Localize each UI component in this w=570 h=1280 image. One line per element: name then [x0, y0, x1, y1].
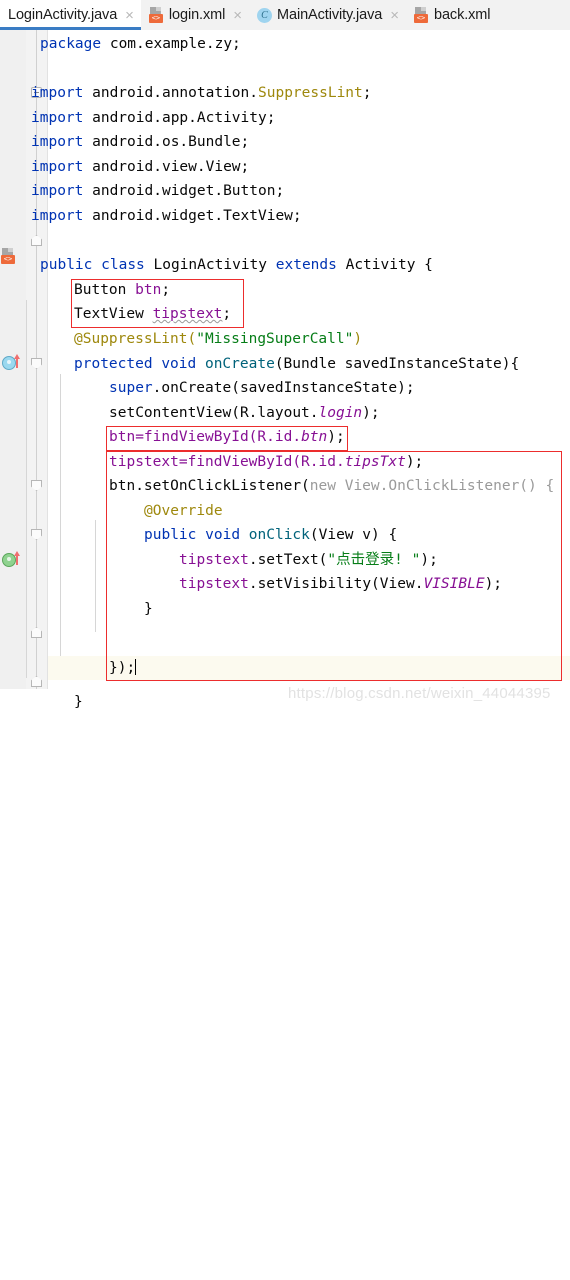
code-line-17: btn=findViewById(R.id.btn); — [109, 429, 345, 445]
code-line-4: import android.app.Activity; — [31, 110, 276, 126]
indent-guide — [26, 300, 27, 678]
gutter-xml-file-icon[interactable]: <> — [1, 248, 16, 264]
tab-label: MainActivity.java — [277, 7, 383, 23]
code-line-8: import android.widget.TextView; — [31, 208, 302, 224]
code-line-7: import android.widget.Button; — [31, 183, 285, 199]
tab-mainactivity-java[interactable]: C MainActivity.java × — [249, 0, 406, 30]
code-line-1: package com.example.zy; — [40, 36, 241, 52]
java-class-icon: C — [257, 7, 273, 23]
code-line-5: import android.os.Bundle; — [31, 134, 250, 150]
xml-file-icon-label: <> — [413, 14, 428, 23]
code-line-16: setContentView(R.layout.login); — [109, 405, 380, 421]
code-line-12: TextView tipstext; — [74, 306, 232, 322]
tab-label: LoginActivity.java — [8, 7, 118, 23]
code-line-23: tipstext.setVisibility(View.VISIBLE); — [179, 576, 503, 592]
xml-file-icon-label: <> — [148, 14, 163, 23]
code-line-14: protected void onCreate(Bundle savedInst… — [74, 356, 520, 372]
code-line-27: } — [74, 694, 83, 710]
text-caret — [135, 659, 137, 675]
xml-file-icon: <> — [148, 7, 164, 23]
tab-login-xml[interactable]: <> login.xml × — [141, 0, 249, 30]
watermark-text: https://blog.csdn.net/weixin_44044395 — [288, 685, 551, 702]
code-line-13: @SuppressLint("MissingSuperCall") — [74, 331, 363, 347]
tab-label: back.xml — [433, 7, 491, 23]
tab-loginactivity-java[interactable]: LoginActivity.java × — [0, 0, 141, 30]
override-method-marker[interactable] — [2, 354, 24, 370]
code-line-11: Button btn; — [74, 282, 171, 298]
tab-back-xml[interactable]: <> back.xml — [406, 0, 497, 30]
code-line-18: tipstext=findViewById(R.id.tipsTxt); — [109, 454, 424, 470]
close-icon[interactable]: × — [390, 8, 399, 23]
gutter-xml-file-icon-label: <> — [1, 255, 15, 264]
editor-tab-bar: LoginActivity.java × <> login.xml × C Ma… — [0, 0, 570, 30]
code-content[interactable]: package com.example.zy; import android.a… — [31, 30, 570, 710]
code-line-20: @Override — [144, 503, 223, 519]
code-line-21: public void onClick(View v) { — [144, 527, 398, 543]
code-line-24: } — [144, 601, 153, 617]
close-icon[interactable]: × — [125, 8, 134, 23]
code-line-22: tipstext.setText("点击登录! "); — [179, 552, 438, 568]
tab-label: login.xml — [168, 7, 226, 23]
implements-method-marker[interactable] — [2, 551, 24, 567]
code-line-19: btn.setOnClickListener(new View.OnClickL… — [109, 478, 555, 494]
close-icon[interactable]: × — [233, 8, 242, 23]
xml-file-icon: <> — [413, 7, 429, 23]
code-line-10: public class LoginActivity extends Activ… — [40, 257, 433, 273]
code-line-6: import android.view.View; — [31, 159, 250, 175]
code-line-3: import android.annotation.SuppressLint; — [31, 85, 372, 101]
code-line-15: super.onCreate(savedInstanceState); — [109, 380, 415, 396]
code-line-25: }); — [109, 659, 137, 676]
code-editor[interactable]: <> package com.example.zy; import androi… — [0, 30, 570, 710]
